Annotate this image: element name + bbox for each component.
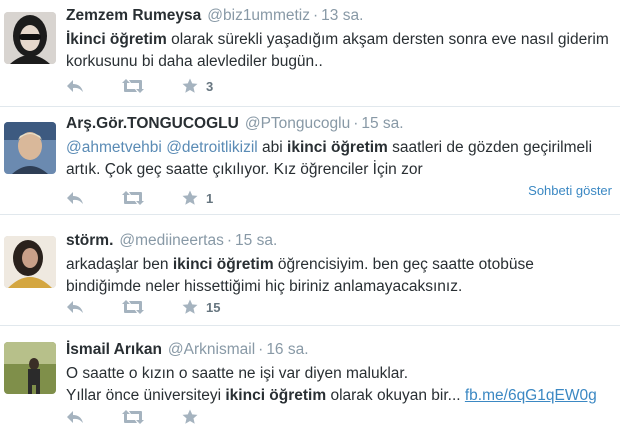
tweet-username[interactable]: @Arknismail — [168, 341, 255, 358]
tweet-actions: 15 — [66, 296, 258, 318]
favorite-button[interactable]: 15 — [182, 299, 220, 315]
tweet-text-part: olarak okuyan bir... — [326, 387, 465, 404]
mention-link[interactable]: @detroitlikizil — [166, 139, 258, 156]
tweet-actions — [66, 406, 244, 428]
avatar[interactable] — [4, 236, 56, 288]
tweet-text: İkinci öğretim olarak sürekli yaşadığım … — [66, 29, 612, 73]
tweet-fullname[interactable]: İsmail Arıkan — [66, 341, 162, 358]
tweet-fullname[interactable]: Zemzem Rumeysa — [66, 7, 201, 24]
tweet: İsmail Arıkan @Arknismail · 16 sa. O saatte… — [0, 326, 620, 434]
favorite-icon — [182, 78, 198, 93]
tweet: Arş.Gör.TONGUCOGLU @PTongucoglu · 15 sa. @a… — [0, 107, 620, 215]
reply-icon — [67, 192, 83, 204]
external-link[interactable]: fb.me/6qG1qEW0g — [465, 387, 597, 404]
favorite-icon — [182, 190, 198, 205]
favorite-count: 15 — [206, 299, 221, 315]
retweet-icon — [122, 410, 144, 424]
tweet-username[interactable]: @mediineertas — [119, 232, 223, 249]
avatar[interactable] — [4, 122, 56, 174]
favorite-button[interactable]: 3 — [182, 78, 213, 94]
favorite-icon — [182, 409, 198, 424]
tweet-text-part: arkadaşlar ben — [66, 256, 173, 273]
separator: · — [353, 115, 359, 132]
reply-icon — [67, 80, 83, 92]
reply-icon — [67, 411, 83, 423]
tweet-text: @ahmetvehbi @detroitlikizil abi ikinci ö… — [66, 137, 612, 181]
avatar[interactable] — [4, 342, 56, 394]
tweet-text-part: abi — [257, 139, 288, 156]
avatar[interactable] — [4, 12, 56, 64]
tweet-timestamp[interactable]: 15 sa. — [361, 115, 403, 132]
tweet-text: O saatte o kızın o saatte ne işi var diy… — [66, 363, 612, 407]
highlight-term: ikinci öğretim — [287, 139, 388, 156]
tweet-actions: 3 — [66, 75, 251, 97]
separator: · — [258, 341, 264, 358]
retweet-icon — [122, 191, 144, 205]
favorite-icon — [182, 299, 198, 314]
tweet-text-part: Yıllar önce üniversiteyi — [66, 387, 226, 404]
tweet-timestamp[interactable]: 16 sa. — [266, 341, 308, 358]
mention-link[interactable]: @ahmetvehbi — [66, 139, 162, 156]
tweet-text: arkadaşlar ben ikinci öğretim öğrencisiy… — [66, 254, 612, 298]
reply-button[interactable] — [66, 79, 84, 93]
favorite-button[interactable] — [182, 409, 206, 425]
reply-button[interactable] — [66, 410, 84, 424]
retweet-button[interactable] — [122, 410, 144, 424]
reply-button[interactable] — [66, 191, 84, 205]
tweet-text-part: O saatte o kızın o saatte ne işi var diy… — [66, 365, 409, 382]
retweet-button[interactable] — [122, 79, 144, 93]
tweet-timestamp[interactable]: 13 sa. — [321, 7, 363, 24]
reply-icon — [67, 301, 83, 313]
tweet-username[interactable]: @PTongucoglu — [245, 115, 350, 132]
retweet-button[interactable] — [122, 300, 144, 314]
highlight-term: İkinci öğretim — [66, 31, 167, 48]
favorite-button[interactable]: 1 — [182, 190, 213, 206]
highlight-term: ikinci öğretim — [225, 387, 327, 404]
tweet-username[interactable]: @biz1ummetiz — [207, 7, 310, 24]
tweet: Zemzem Rumeysa @biz1ummetiz · 13 sa. İkinci… — [0, 0, 620, 107]
favorite-count: 3 — [206, 78, 214, 94]
show-conversation-link[interactable]: Sohbeti göster — [528, 183, 612, 198]
retweet-button[interactable] — [122, 191, 144, 205]
retweet-icon — [122, 79, 144, 93]
favorite-count: 1 — [206, 190, 214, 206]
tweet-actions: 1 — [66, 187, 251, 209]
tweet-fullname[interactable]: Arş.Gör.TONGUCOGLU — [66, 115, 239, 132]
tweet: störm. @mediineertas · 15 sa. arkadaşlar be… — [0, 215, 620, 326]
separator: · — [226, 232, 233, 249]
retweet-icon — [122, 300, 144, 314]
tweet-feed: Zemzem Rumeysa @biz1ummetiz · 13 sa. İkinci… — [0, 0, 620, 434]
reply-button[interactable] — [66, 300, 84, 314]
separator: · — [313, 7, 319, 24]
tweet-fullname[interactable]: störm. — [66, 232, 113, 249]
highlight-term: ikinci öğretim — [172, 256, 274, 273]
tweet-timestamp[interactable]: 15 sa. — [235, 232, 277, 249]
